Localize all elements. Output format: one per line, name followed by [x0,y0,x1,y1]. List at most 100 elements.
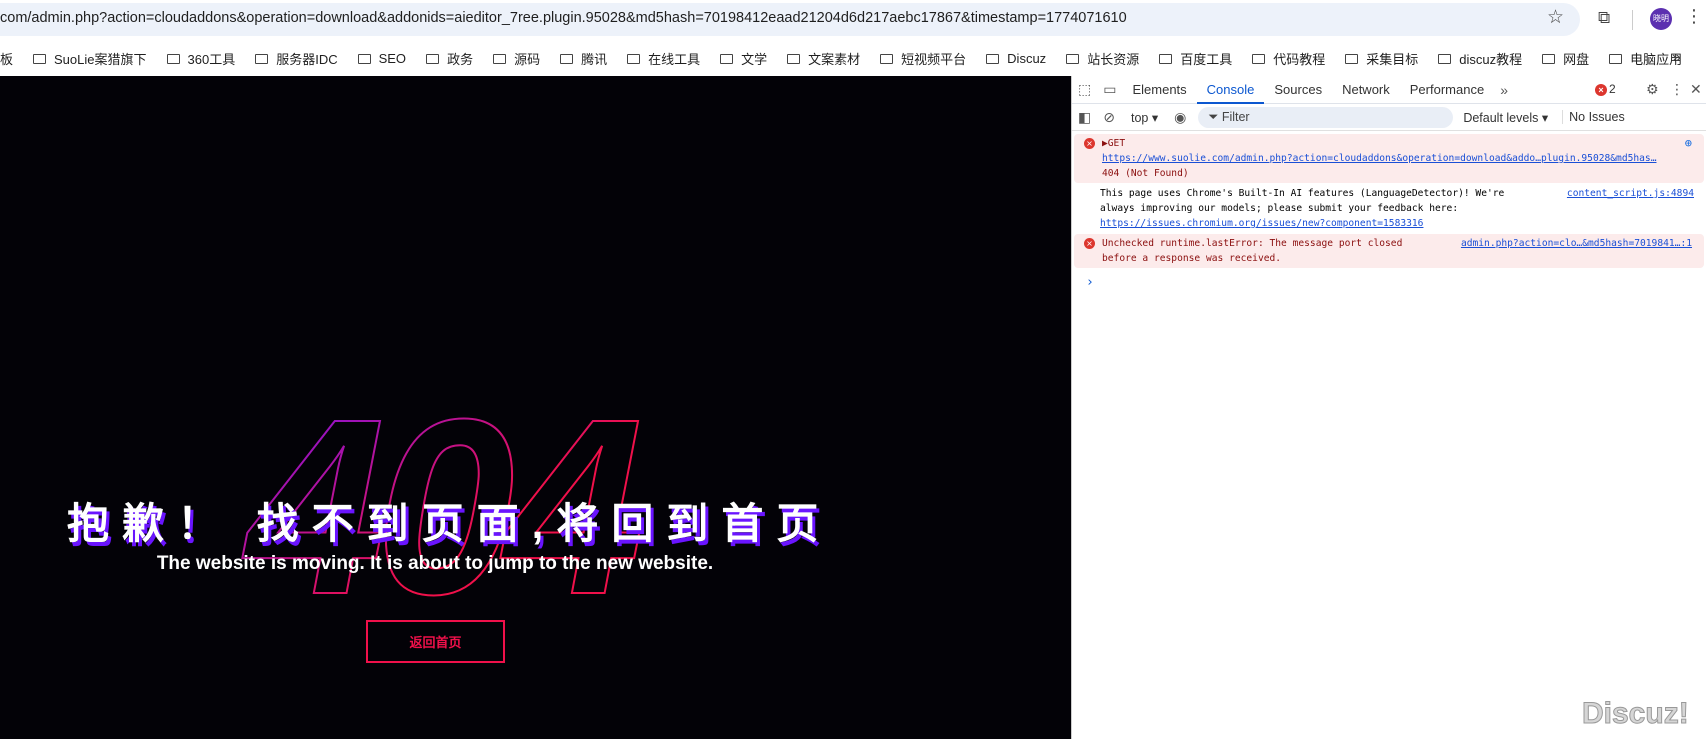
404-page: 404 抱歉！ 找不到页面,将回到首页 The website is movin… [0,76,1071,739]
bookmark-star-icon[interactable]: ☆ [1547,6,1564,29]
divider [1632,10,1633,30]
feedback-link[interactable]: https://issues.chromium.org/issues/new?c… [1100,218,1423,229]
bookmark-label: SEO [378,51,407,66]
discuz-watermark: Discuz! [1582,697,1690,731]
bookmark-item[interactable]: 代码教程 [1252,49,1325,68]
bookmark-item[interactable]: 采集目标 [1345,49,1418,68]
bookmark-label: 腾讯 [581,52,608,67]
folder-icon [357,53,371,64]
bookmark-label: 源码 [514,52,541,67]
close-icon[interactable]: ✕ [1684,81,1706,98]
folder-icon [426,53,440,64]
folder-icon [166,53,180,64]
tab-network[interactable]: Network [1332,76,1400,104]
bookmark-item[interactable]: 文案素材 [787,49,860,68]
bookmark-label: 文学 [741,52,768,67]
bookmark-item[interactable]: discuz教程 [1438,49,1522,68]
folder-icon [1345,53,1359,64]
folder-icon [1438,53,1452,64]
bookmark-item[interactable]: Discuz [986,51,1046,66]
bookmark-item[interactable]: 板 [0,49,13,68]
bookmark-label: 采集目标 [1366,52,1419,67]
bookmark-label: 服务器IDC [276,52,338,67]
folder-icon [1159,53,1173,64]
back-home-button[interactable]: 返回首页 [366,620,505,663]
source-link[interactable]: admin.php?action=clo…&md5hash=7019841…:1 [1461,236,1692,251]
bookmark-label: 百度工具 [1180,52,1233,67]
console-error-message: × ▶GET https://www.suolie.com/admin.php?… [1074,134,1704,183]
bookmark-label: 短视频平台 [901,52,967,67]
bookmark-item[interactable]: 政务 [426,49,473,68]
browser-toolbar: com/admin.php?action=cloudaddons&operati… [0,0,1706,41]
bookmark-item[interactable]: 服务器IDC [255,49,338,68]
inspect-icon[interactable]: ⬚ [1072,81,1097,98]
error-count-badge[interactable]: × 2 [1595,82,1616,96]
bookmark-item[interactable]: 百度工具 [1159,49,1232,68]
404-outline-graphic: 404 [240,366,650,647]
bookmark-label: 板 [0,52,14,67]
bookmarks-bar: 板 SuoLie案猎旗下 360工具 服务器IDC SEO 政务 源码 腾讯 在线工具 文学 文案素… [0,41,1706,76]
bookmark-item[interactable]: 网盘 [1542,49,1589,68]
avatar[interactable]: 晓明 [1650,8,1672,30]
bookmark-label: Discuz [1007,51,1047,66]
error-icon: × [1084,238,1095,249]
bookmark-item[interactable]: 短视频平台 [880,49,966,68]
tab-elements[interactable]: Elements [1122,76,1196,104]
devtools-tabs: ⬚ ▭ Elements Console Sources Network Per… [1072,76,1706,104]
error-icon: × [1595,84,1607,96]
bookmark-item[interactable]: 站长资源 [1066,49,1139,68]
page-title: 抱歉！ 找不到页面,将回到首页 [67,500,832,547]
console-toolbar: ◧ ⊘ top ▾ ◉ ⏷ Filter Default levels ▾ No… [1072,104,1706,131]
sidebar-toggle-icon[interactable]: ◧ [1072,109,1097,126]
console-error-message: × Unchecked runtime.lastError: The messa… [1074,234,1704,268]
error-icon: × [1084,138,1095,149]
filter-icon: ⏷ [1208,109,1222,124]
live-expression-eye-icon[interactable]: ◉ [1168,109,1192,126]
bookmark-label: 政务 [447,52,474,67]
bookmark-label: 网盘 [1563,52,1590,67]
bookmark-label: discuz教程 [1459,52,1523,67]
bookmark-item[interactable]: 在线工具 [627,49,700,68]
menu-icon[interactable]: ⋮ [1685,6,1703,27]
settings-icon[interactable]: ⚙ [1640,81,1665,98]
more-tabs-icon[interactable]: » [1494,82,1514,98]
request-url-link[interactable]: https://www.suolie.com/admin.php?action=… [1102,153,1657,164]
tab-console[interactable]: Console [1196,76,1265,104]
console-info-message: This page uses Chrome's Built-In AI feat… [1100,186,1694,229]
bookmark-label: 360工具 [187,52,236,67]
folder-icon [255,53,269,64]
log-levels-select[interactable]: Default levels ▾ [1463,110,1548,125]
filter-input[interactable]: ⏷ Filter [1198,106,1454,128]
extensions-icon[interactable]: ⧉ [1598,8,1610,28]
folder-icon [1252,53,1266,64]
issues-button[interactable]: No Issues [1562,110,1625,124]
page-subtitle: The website is moving. It is about to ju… [156,553,714,574]
bookmark-item[interactable]: 文学 [720,49,767,68]
bookmark-item[interactable]: SuoLie案猎旗下 [33,49,147,68]
source-link[interactable]: content_script.js:4894 [1567,186,1694,201]
clear-console-icon[interactable]: ⊘ [1097,109,1121,126]
bookmark-label: 代码教程 [1273,52,1326,67]
bookmark-label: 站长资源 [1087,52,1140,67]
network-panel-icon[interactable]: ⊕ [1685,136,1692,151]
folder-icon [493,53,507,64]
device-toggle-icon[interactable]: ▭ [1097,81,1122,98]
bookmark-item[interactable]: SEO [357,51,407,66]
context-select[interactable]: top ▾ [1131,110,1158,125]
folder-icon [1609,53,1623,64]
bookmark-item[interactable]: 源码 [493,49,540,68]
folder-icon [986,53,1000,64]
bookmark-item[interactable]: 360工具 [166,49,236,68]
folder-icon [720,53,734,64]
bookmark-label: SuoLie案猎旗下 [54,52,147,67]
folder-icon [627,53,641,64]
console-prompt[interactable]: › [1072,269,1706,296]
more-bookmarks-icon[interactable]: » [1672,49,1681,67]
folder-icon [560,53,574,64]
folder-icon [1066,53,1080,64]
bookmark-item[interactable]: 腾讯 [560,49,607,68]
url-text[interactable]: com/admin.php?action=cloudaddons&operati… [0,10,1127,26]
tab-sources[interactable]: Sources [1264,76,1332,104]
tab-performance[interactable]: Performance [1400,76,1494,104]
console-messages: × ▶GET https://www.suolie.com/admin.php?… [1072,134,1706,296]
